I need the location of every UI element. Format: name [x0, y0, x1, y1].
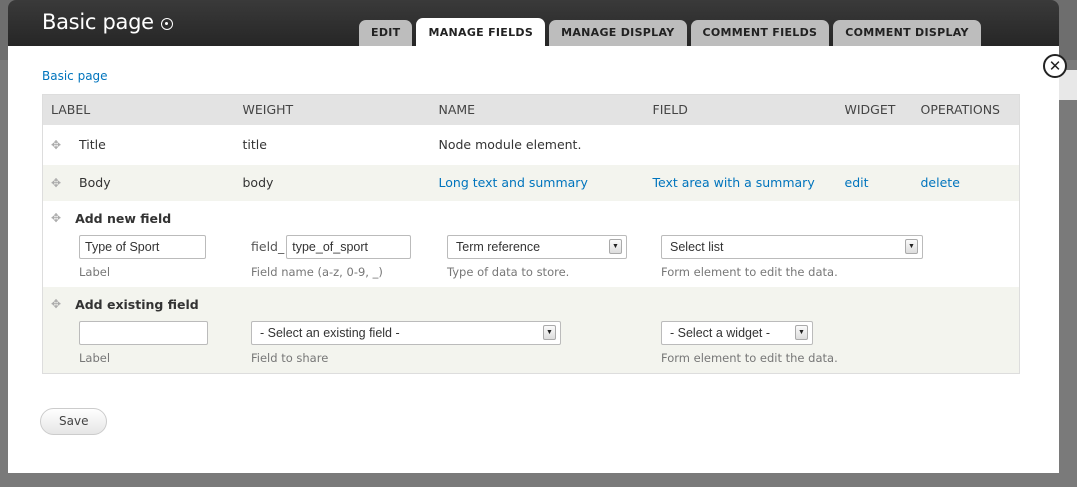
overlay-title: Basic page [42, 10, 173, 34]
field-name-prefix: field_ [251, 238, 285, 254]
add-existing-field-heading: Add existing field [75, 296, 199, 312]
add-existing-field-row: ✥ Add existing field Label - Select an e… [42, 286, 1020, 373]
breadcrumb[interactable]: Basic page [42, 69, 108, 83]
drag-handle-icon[interactable]: ✥ [51, 138, 61, 152]
table-header-row: LABEL WEIGHT NAME FIELD WIDGET OPERATION… [42, 94, 1020, 125]
fields-table: LABEL WEIGHT NAME FIELD WIDGET OPERATION… [42, 94, 1020, 374]
column-header-label: LABEL [42, 94, 235, 125]
tab-manage-fields[interactable]: MANAGE FIELDS [416, 18, 546, 46]
row-delete [912, 124, 1020, 165]
close-icon[interactable]: ✕ [1043, 54, 1067, 78]
field-type-select[interactable]: Term reference ▼ [447, 234, 627, 259]
tab-manage-display[interactable]: MANAGE DISPLAY [549, 20, 687, 46]
widget-link[interactable]: Text area with a summary [653, 175, 815, 190]
shortcut-icon[interactable] [160, 18, 173, 30]
existing-field-label-desc: Label [79, 350, 111, 365]
chevron-down-icon: ▼ [905, 239, 918, 254]
row-widget [644, 124, 837, 165]
new-field-label-input[interactable] [79, 234, 206, 259]
row-name: body [234, 164, 431, 201]
table-cell: ✥ Add new field Label field_ [42, 200, 1020, 287]
widget-select[interactable]: Select list ▼ [661, 234, 923, 259]
column-header-widget: WIDGET [836, 94, 913, 125]
overlay-header: Basic page EDIT MANAGE FIELDS MANAGE DIS… [8, 0, 1059, 46]
drag-handle-icon[interactable]: ✥ [51, 211, 61, 225]
existing-field-value: - Select an existing field - [260, 325, 400, 340]
add-new-field-heading: Add new field [75, 210, 172, 226]
tab-comment-display[interactable]: COMMENT DISPLAY [833, 20, 981, 46]
tab-comment-fields[interactable]: COMMENT FIELDS [690, 20, 830, 46]
existing-widget-value: - Select a widget - [670, 325, 771, 340]
new-field-name-desc: Field name (a-z, 0-9, _) [251, 264, 383, 279]
table-row: ✥ Title title Node module element. [42, 124, 1020, 165]
field-type-desc: Type of data to store. [447, 264, 570, 279]
new-field-name-input[interactable] [286, 234, 412, 259]
row-label: Title [79, 137, 106, 152]
widget-desc: Form element to edit the data. [661, 264, 838, 279]
existing-field-desc: Field to share [251, 350, 329, 365]
field-type-value: Term reference [456, 239, 541, 254]
page-title: Basic page [42, 10, 154, 34]
row-label: Body [79, 175, 111, 190]
column-header-operations: OPERATIONS [912, 94, 1020, 125]
widget-value: Select list [670, 239, 724, 254]
delete-link[interactable]: delete [921, 175, 960, 190]
row-name: title [234, 124, 431, 165]
column-header-weight: WEIGHT [234, 94, 431, 125]
row-field: Node module element. [430, 124, 645, 165]
table-row: ✥ Body body Long text and summary Text a… [42, 164, 1020, 201]
table-cell: ✥ Body [42, 164, 235, 201]
existing-field-select[interactable]: - Select an existing field - ▼ [251, 320, 561, 345]
column-header-name: NAME [430, 94, 645, 125]
existing-field-label-input[interactable] [79, 320, 208, 345]
existing-widget-select[interactable]: - Select a widget - ▼ [661, 320, 813, 345]
table-cell: ✥ Add existing field Label - Select an e… [42, 286, 1020, 373]
drag-handle-icon[interactable]: ✥ [51, 297, 61, 311]
tab-edit[interactable]: EDIT [359, 20, 413, 46]
overlay-content: Basic page LABEL WEIGHT NAME FIELD WIDGE… [8, 46, 1059, 473]
save-button[interactable]: Save [40, 408, 108, 435]
tab-bar: EDIT MANAGE FIELDS MANAGE DISPLAY COMMEN… [359, 18, 985, 46]
new-field-label-desc: Label [79, 264, 111, 279]
chevron-down-icon: ▼ [795, 325, 808, 340]
add-new-field-row: ✥ Add new field Label field_ [42, 200, 1020, 287]
table-cell: ✥ Title [42, 124, 235, 165]
column-header-field: FIELD [644, 94, 837, 125]
existing-widget-desc: Form element to edit the data. [661, 350, 838, 365]
edit-link[interactable]: edit [845, 175, 869, 190]
drag-handle-icon[interactable]: ✥ [51, 176, 61, 190]
row-edit [836, 124, 913, 165]
field-type-link[interactable]: Long text and summary [439, 175, 588, 190]
chevron-down-icon: ▼ [543, 325, 556, 340]
chevron-down-icon: ▼ [609, 239, 622, 254]
